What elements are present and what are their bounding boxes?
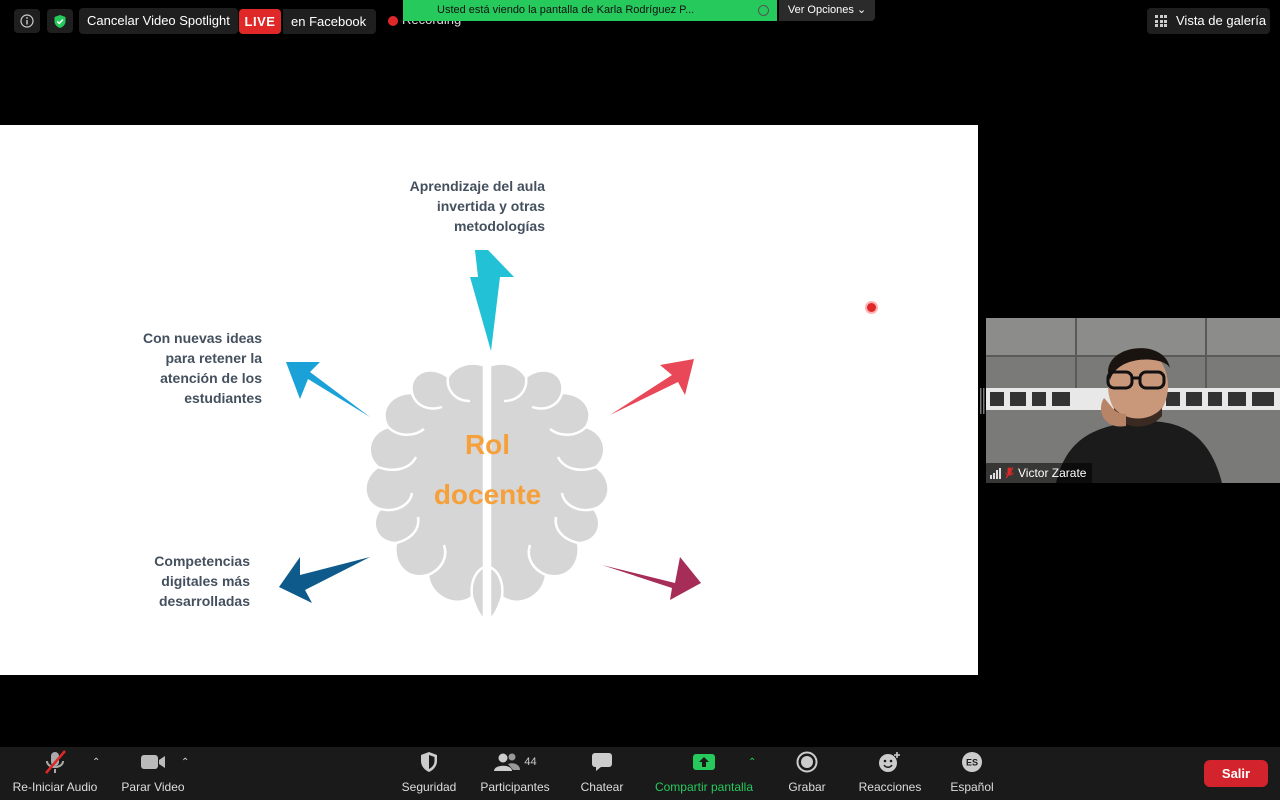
arrow-up-right-icon (610, 359, 694, 415)
center-title-line2: docente (433, 479, 542, 510)
screen-share-banner: Usted está viendo la pantalla de Karla R… (403, 0, 777, 21)
meeting-info-icon[interactable] (14, 9, 40, 33)
arrow-down-right-icon (602, 557, 701, 600)
laser-pointer (867, 303, 876, 312)
arrow-down-left-icon (279, 557, 370, 603)
arrow-up-icon (470, 250, 514, 351)
participants-button-label: Participantes (480, 780, 550, 794)
muted-mic-icon (1005, 467, 1014, 479)
participants-button[interactable]: 44 Participantes (476, 747, 554, 800)
grid-icon (1155, 15, 1167, 27)
leave-meeting-button[interactable]: Salir (1204, 760, 1268, 787)
reactions-smiley-icon (879, 752, 900, 772)
video-options-caret-icon[interactable]: ⌃ (181, 757, 189, 768)
gallery-view-label: Vista de galería (1176, 13, 1267, 28)
video-camera-icon (141, 755, 165, 769)
security-button[interactable]: Seguridad (396, 747, 462, 800)
chat-button-label: Chatear (580, 780, 624, 794)
recording-dot-icon (388, 16, 398, 26)
arrow-up-left-icon (286, 362, 370, 417)
reactions-button[interactable]: Reacciones (856, 747, 924, 800)
record-icon (796, 751, 818, 773)
share-screen-icon (693, 754, 715, 770)
participant-name-tag: Victor Zarate (986, 463, 1093, 483)
participant-video-tile[interactable]: Victor Zarate (986, 318, 1280, 483)
banner-status-icon (758, 5, 769, 16)
share-screen-button-label: Compartir pantalla (654, 780, 754, 794)
muted-microphone-icon (45, 750, 66, 774)
cancel-spotlight-button[interactable]: Cancelar Video Spotlight (79, 8, 238, 34)
gallery-view-button[interactable]: Vista de galería (1147, 8, 1270, 34)
shared-screen-slide: Aprendizaje del aula invertida y otras m… (0, 125, 978, 675)
language-button-label: Español (950, 780, 994, 794)
label-flipped-classroom: Aprendizaje del aula invertida y otras m… (409, 178, 545, 234)
language-globe-icon: ES (962, 752, 982, 772)
chat-button[interactable]: Chatear (574, 747, 630, 800)
video-panel-drag-handle[interactable] (980, 388, 985, 414)
audio-options-caret-icon[interactable]: ⌃ (92, 757, 100, 768)
meeting-controls-toolbar: Re-Iniciar Audio ⌃ Parar Video ⌃ Segurid… (0, 747, 1280, 800)
record-button-label: Grabar (788, 780, 826, 794)
reactions-button-label: Reacciones (858, 780, 922, 794)
participant-video-feed (986, 318, 1280, 483)
participants-count: 44 (524, 756, 537, 768)
label-new-ideas: Con nuevas ideas para retener la atenció… (142, 330, 262, 406)
participant-name: Victor Zarate (1018, 466, 1087, 480)
video-button-label: Parar Video (121, 780, 185, 794)
audio-button[interactable]: Re-Iniciar Audio (8, 747, 102, 800)
label-digital-skills: Competencias digitales más desarrolladas (154, 553, 250, 609)
signal-strength-icon (990, 467, 1001, 479)
shield-icon (421, 752, 437, 772)
participants-icon (494, 753, 521, 771)
center-title: Rol docente (400, 420, 575, 520)
share-screen-button[interactable]: Compartir pantalla (650, 747, 758, 800)
share-options-caret-icon[interactable]: ⌃ (748, 757, 756, 768)
live-destination[interactable]: en Facebook (283, 9, 377, 34)
language-code: ES (966, 758, 978, 768)
language-button[interactable]: ES Español (944, 747, 1000, 800)
live-badge[interactable]: LIVE (239, 9, 281, 34)
video-button[interactable]: Parar Video (114, 747, 192, 800)
record-button[interactable]: Grabar (780, 747, 834, 800)
meeting-top-bar: Cancelar Video Spotlight LIVE en Faceboo… (0, 0, 1280, 44)
encryption-shield-icon[interactable] (47, 9, 73, 33)
audio-button-label: Re-Iniciar Audio (12, 780, 98, 794)
chat-bubble-icon (592, 753, 612, 771)
center-title-line1: Rol (464, 429, 511, 460)
view-options-button[interactable]: Ver Opciones ⌄ (779, 0, 875, 21)
security-button-label: Seguridad (401, 780, 457, 794)
screen-share-banner-text: Usted está viendo la pantalla de Karla R… (437, 4, 695, 16)
